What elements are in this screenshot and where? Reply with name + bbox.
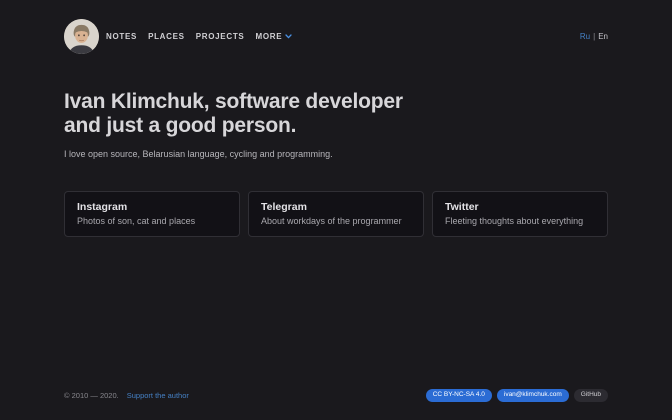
github-badge[interactable]: GitHub (574, 389, 608, 402)
nav-item-notes[interactable]: Notes (106, 32, 137, 41)
page-title-line2: and just a good person. (64, 114, 608, 138)
social-cards: Instagram Photos of son, cat and places … (64, 191, 608, 237)
top-nav: Notes Places Projects More Ru | En (64, 19, 608, 54)
card-title: Instagram (77, 201, 227, 213)
hero-section: Ivan Klimchuk, software developer and ju… (64, 90, 608, 237)
lang-ru-link[interactable]: Ru (580, 32, 590, 41)
main-nav: Notes Places Projects More (106, 32, 292, 41)
footer: © 2010 — 2020. Support the author CC BY-… (64, 389, 608, 402)
page-title: Ivan Klimchuk, software developer and ju… (64, 90, 608, 137)
card-description: Fleeting thoughts about everything (445, 216, 595, 226)
avatar[interactable] (64, 19, 99, 54)
page-title-line1: Ivan Klimchuk, software developer (64, 90, 608, 114)
card-title: Twitter (445, 201, 595, 213)
chevron-down-icon (285, 34, 292, 39)
page: Notes Places Projects More Ru | En Ivan … (0, 0, 672, 420)
support-author-link[interactable]: Support the author (127, 391, 189, 400)
card-description: About workdays of the programmer (261, 216, 411, 226)
copyright-text: © 2010 — 2020. (64, 391, 119, 400)
nav-item-projects[interactable]: Projects (196, 32, 245, 41)
nav-item-more-label: More (255, 32, 282, 41)
card-telegram[interactable]: Telegram About workdays of the programme… (248, 191, 424, 237)
card-title: Telegram (261, 201, 411, 213)
nav-item-places[interactable]: Places (148, 32, 185, 41)
card-twitter[interactable]: Twitter Fleeting thoughts about everythi… (432, 191, 608, 237)
email-badge[interactable]: ivan@klimchuk.com (497, 389, 569, 402)
lang-en-current: En (598, 32, 608, 41)
nav-item-more[interactable]: More (255, 32, 292, 41)
footer-badges: CC BY-NC-SA 4.0 ivan@klimchuk.com GitHub (426, 389, 608, 402)
avatar-photo-icon (64, 19, 99, 54)
license-badge[interactable]: CC BY-NC-SA 4.0 (426, 389, 492, 402)
lang-separator: | (593, 32, 595, 41)
hero-subtitle: I love open source, Belarusian language,… (64, 149, 608, 159)
card-description: Photos of son, cat and places (77, 216, 227, 226)
language-switcher: Ru | En (580, 32, 608, 41)
card-instagram[interactable]: Instagram Photos of son, cat and places (64, 191, 240, 237)
